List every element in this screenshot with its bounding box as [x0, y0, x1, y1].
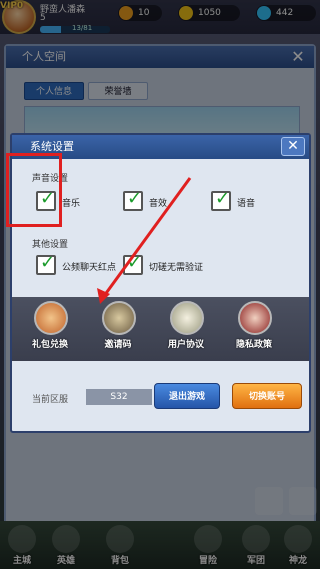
- arrow-shaft: [102, 177, 192, 297]
- annotation-arrow: [97, 177, 192, 304]
